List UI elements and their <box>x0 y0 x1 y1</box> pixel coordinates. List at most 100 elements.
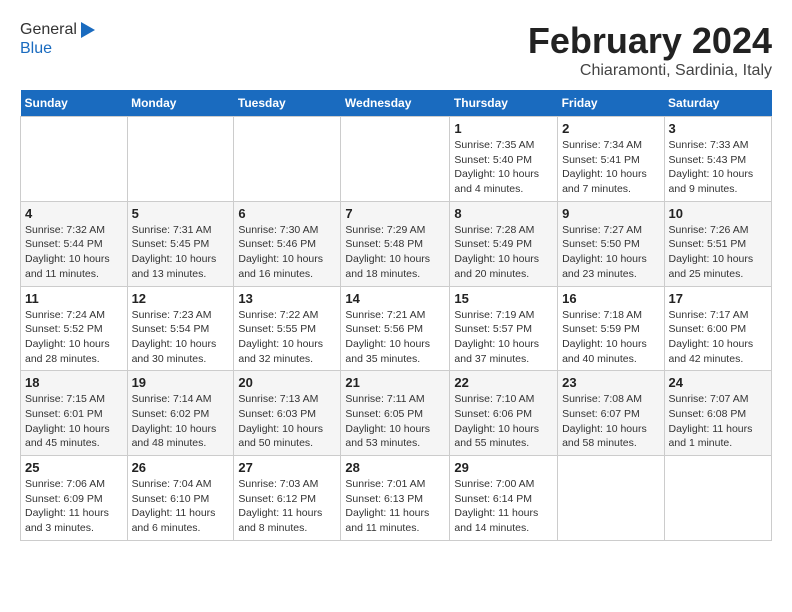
calendar-cell: 20Sunrise: 7:13 AM Sunset: 6:03 PM Dayli… <box>234 371 341 456</box>
day-number: 23 <box>562 375 659 390</box>
calendar-cell: 7 Sunrise: 7:29 AM Sunset: 5:48 PM Daylig… <box>341 201 450 286</box>
day-info: Sunrise: 7:24 AM Sunset: 5:52 PM Dayligh… <box>25 308 123 367</box>
day-info: Sunrise: 7:30 AM Sunset: 5:46 PM Dayligh… <box>238 223 336 282</box>
day-info: Sunrise: 7:00 AM Sunset: 6:14 PM Dayligh… <box>454 477 553 536</box>
day-info: Sunrise: 7:18 AM Sunset: 5:59 PM Dayligh… <box>562 308 659 367</box>
calendar-body: 1 Sunrise: 7:35 AM Sunset: 5:40 PM Daylig… <box>21 117 772 541</box>
day-info: Sunrise: 7:26 AM Sunset: 5:51 PM Dayligh… <box>669 223 767 282</box>
day-info: Sunrise: 7:28 AM Sunset: 5:49 PM Dayligh… <box>454 223 553 282</box>
calendar-subtitle: Chiaramonti, Sardinia, Italy <box>528 62 772 80</box>
day-number: 9 <box>562 206 659 221</box>
calendar-cell: 2 Sunrise: 7:34 AM Sunset: 5:41 PM Daylig… <box>558 117 664 202</box>
day-info: Sunrise: 7:33 AM Sunset: 5:43 PM Dayligh… <box>669 138 767 197</box>
calendar-cell: 18Sunrise: 7:15 AM Sunset: 6:01 PM Dayli… <box>21 371 128 456</box>
calendar-week-5: 25 Sunrise: 7:06 AM Sunset: 6:09 PM Dayli… <box>21 456 772 541</box>
calendar-cell: 6 Sunrise: 7:30 AM Sunset: 5:46 PM Daylig… <box>234 201 341 286</box>
day-number: 4 <box>25 206 123 221</box>
calendar-cell: 26 Sunrise: 7:04 AM Sunset: 6:10 PM Dayli… <box>127 456 234 541</box>
calendar-cell <box>21 117 128 202</box>
day-info: Sunrise: 7:31 AM Sunset: 5:45 PM Dayligh… <box>132 223 230 282</box>
day-info: Sunrise: 7:32 AM Sunset: 5:44 PM Dayligh… <box>25 223 123 282</box>
calendar-cell: 25 Sunrise: 7:06 AM Sunset: 6:09 PM Dayli… <box>21 456 128 541</box>
calendar-week-3: 11 Sunrise: 7:24 AM Sunset: 5:52 PM Dayli… <box>21 286 772 371</box>
day-number: 15 <box>454 291 553 306</box>
day-info: Sunrise: 7:03 AM Sunset: 6:12 PM Dayligh… <box>238 477 336 536</box>
calendar-cell <box>234 117 341 202</box>
day-number: 7 <box>345 206 445 221</box>
day-info: Sunrise: 7:29 AM Sunset: 5:48 PM Dayligh… <box>345 223 445 282</box>
day-info: Sunrise: 7:13 AM Sunset: 6:03 PM Dayligh… <box>238 392 336 451</box>
calendar-cell: 28 Sunrise: 7:01 AM Sunset: 6:13 PM Dayli… <box>341 456 450 541</box>
day-number: 1 <box>454 121 553 136</box>
day-number: 25 <box>25 460 123 475</box>
calendar-cell <box>127 117 234 202</box>
day-info: Sunrise: 7:34 AM Sunset: 5:41 PM Dayligh… <box>562 138 659 197</box>
day-info: Sunrise: 7:01 AM Sunset: 6:13 PM Dayligh… <box>345 477 445 536</box>
logo: General Blue <box>20 20 97 58</box>
day-info: Sunrise: 7:08 AM Sunset: 6:07 PM Dayligh… <box>562 392 659 451</box>
calendar-cell: 12 Sunrise: 7:23 AM Sunset: 5:54 PM Dayli… <box>127 286 234 371</box>
calendar-title: February 2024 <box>528 20 772 62</box>
title-block: February 2024 Chiaramonti, Sardinia, Ita… <box>528 20 772 80</box>
day-info: Sunrise: 7:19 AM Sunset: 5:57 PM Dayligh… <box>454 308 553 367</box>
day-info: Sunrise: 7:06 AM Sunset: 6:09 PM Dayligh… <box>25 477 123 536</box>
calendar-cell: 3 Sunrise: 7:33 AM Sunset: 5:43 PM Daylig… <box>664 117 771 202</box>
day-number: 28 <box>345 460 445 475</box>
calendar-cell: 16 Sunrise: 7:18 AM Sunset: 5:59 PM Dayli… <box>558 286 664 371</box>
day-info: Sunrise: 7:15 AM Sunset: 6:01 PM Dayligh… <box>25 392 123 451</box>
day-number: 11 <box>25 291 123 306</box>
header-cell-saturday: Saturday <box>664 90 771 117</box>
day-number: 21 <box>345 375 445 390</box>
calendar-cell: 11 Sunrise: 7:24 AM Sunset: 5:52 PM Dayli… <box>21 286 128 371</box>
calendar-week-2: 4 Sunrise: 7:32 AM Sunset: 5:44 PM Daylig… <box>21 201 772 286</box>
day-number: 22 <box>454 375 553 390</box>
calendar-cell <box>664 456 771 541</box>
calendar-cell: 29 Sunrise: 7:00 AM Sunset: 6:14 PM Dayli… <box>450 456 558 541</box>
header-cell-thursday: Thursday <box>450 90 558 117</box>
calendar-week-4: 18Sunrise: 7:15 AM Sunset: 6:01 PM Dayli… <box>21 371 772 456</box>
calendar-cell: 1 Sunrise: 7:35 AM Sunset: 5:40 PM Daylig… <box>450 117 558 202</box>
day-number: 14 <box>345 291 445 306</box>
day-number: 6 <box>238 206 336 221</box>
day-number: 13 <box>238 291 336 306</box>
day-number: 17 <box>669 291 767 306</box>
day-number: 27 <box>238 460 336 475</box>
calendar-cell: 19 Sunrise: 7:14 AM Sunset: 6:02 PM Dayli… <box>127 371 234 456</box>
day-number: 2 <box>562 121 659 136</box>
day-info: Sunrise: 7:04 AM Sunset: 6:10 PM Dayligh… <box>132 477 230 536</box>
day-info: Sunrise: 7:07 AM Sunset: 6:08 PM Dayligh… <box>669 392 767 451</box>
day-number: 8 <box>454 206 553 221</box>
calendar-cell: 9Sunrise: 7:27 AM Sunset: 5:50 PM Daylig… <box>558 201 664 286</box>
calendar-cell: 23 Sunrise: 7:08 AM Sunset: 6:07 PM Dayli… <box>558 371 664 456</box>
page-header: General Blue February 2024 Chiaramonti, … <box>20 20 772 80</box>
calendar-cell <box>341 117 450 202</box>
day-number: 26 <box>132 460 230 475</box>
day-info: Sunrise: 7:22 AM Sunset: 5:55 PM Dayligh… <box>238 308 336 367</box>
day-number: 19 <box>132 375 230 390</box>
day-info: Sunrise: 7:23 AM Sunset: 5:54 PM Dayligh… <box>132 308 230 367</box>
header-cell-sunday: Sunday <box>21 90 128 117</box>
day-number: 24 <box>669 375 767 390</box>
logo-arrow-icon <box>77 20 97 40</box>
header-cell-tuesday: Tuesday <box>234 90 341 117</box>
calendar-week-1: 1 Sunrise: 7:35 AM Sunset: 5:40 PM Daylig… <box>21 117 772 202</box>
day-number: 29 <box>454 460 553 475</box>
day-number: 16 <box>562 291 659 306</box>
calendar-header: SundayMondayTuesdayWednesdayThursdayFrid… <box>21 90 772 117</box>
calendar-cell: 22Sunrise: 7:10 AM Sunset: 6:06 PM Dayli… <box>450 371 558 456</box>
calendar-cell: 10Sunrise: 7:26 AM Sunset: 5:51 PM Dayli… <box>664 201 771 286</box>
calendar-cell: 24 Sunrise: 7:07 AM Sunset: 6:08 PM Dayli… <box>664 371 771 456</box>
day-number: 12 <box>132 291 230 306</box>
calendar-cell: 17 Sunrise: 7:17 AM Sunset: 6:00 PM Dayli… <box>664 286 771 371</box>
day-info: Sunrise: 7:14 AM Sunset: 6:02 PM Dayligh… <box>132 392 230 451</box>
calendar-cell: 5Sunrise: 7:31 AM Sunset: 5:45 PM Daylig… <box>127 201 234 286</box>
calendar-cell <box>558 456 664 541</box>
day-info: Sunrise: 7:35 AM Sunset: 5:40 PM Dayligh… <box>454 138 553 197</box>
day-info: Sunrise: 7:21 AM Sunset: 5:56 PM Dayligh… <box>345 308 445 367</box>
calendar-cell: 15 Sunrise: 7:19 AM Sunset: 5:57 PM Dayli… <box>450 286 558 371</box>
day-number: 3 <box>669 121 767 136</box>
header-cell-wednesday: Wednesday <box>341 90 450 117</box>
day-info: Sunrise: 7:17 AM Sunset: 6:00 PM Dayligh… <box>669 308 767 367</box>
day-info: Sunrise: 7:11 AM Sunset: 6:05 PM Dayligh… <box>345 392 445 451</box>
logo-general-text: General <box>20 21 77 39</box>
